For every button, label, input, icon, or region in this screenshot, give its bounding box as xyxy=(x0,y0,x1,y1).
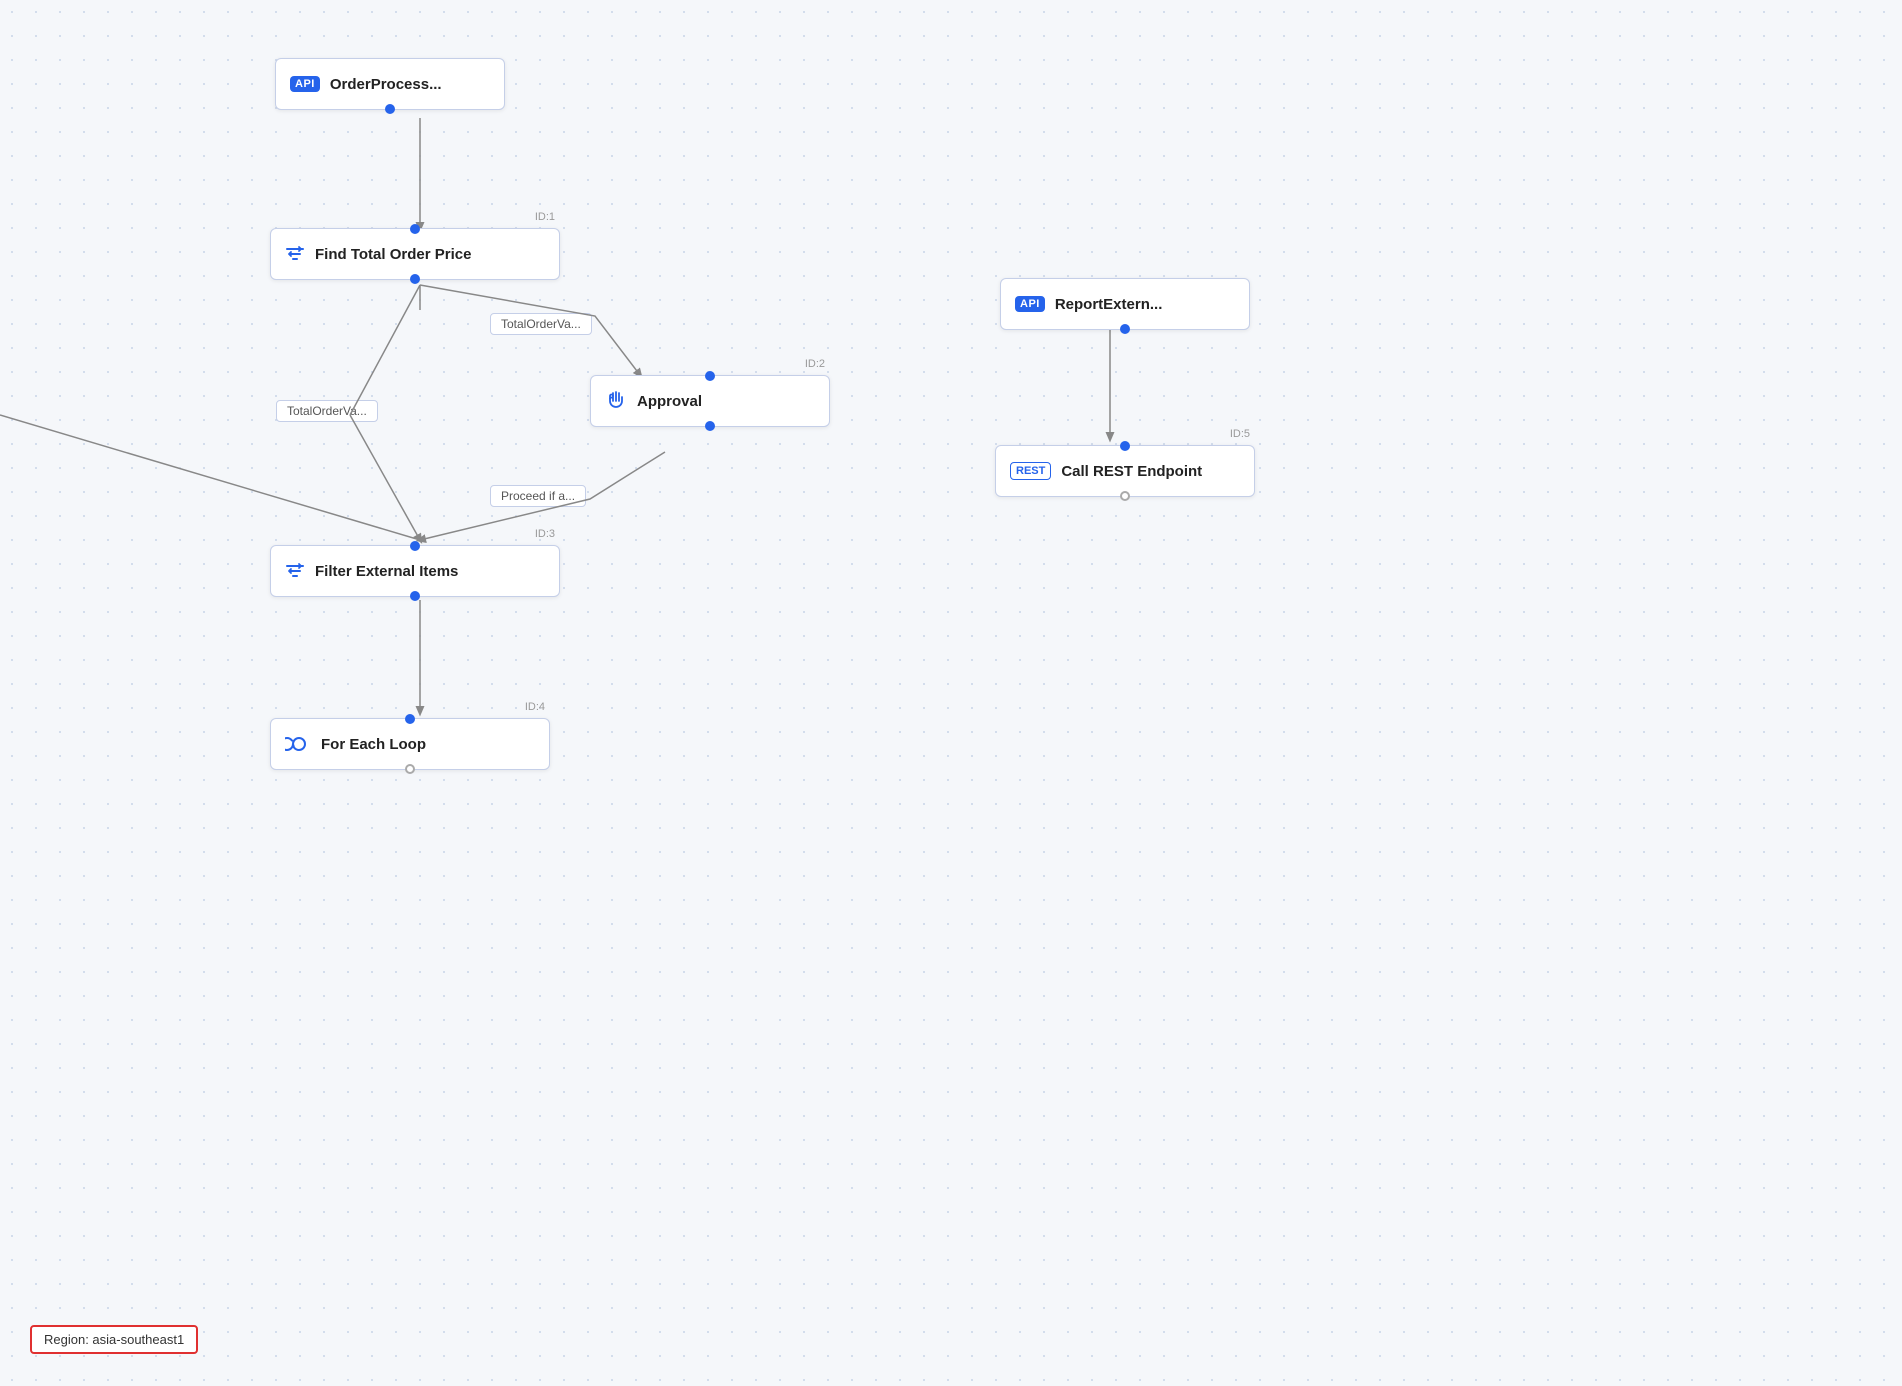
approval-output-dot xyxy=(705,421,715,431)
order-process-label: OrderProcess... xyxy=(330,76,442,93)
approval-label: Approval xyxy=(637,393,702,410)
hand-icon xyxy=(605,390,627,412)
call-rest-label: Call REST Endpoint xyxy=(1061,463,1202,480)
loop-icon xyxy=(285,736,311,752)
workflow-canvas: API OrderProcess... ID:1 Find Total Orde… xyxy=(0,0,1902,1386)
node-id-5: ID:5 xyxy=(1230,428,1250,440)
filter-output-dot xyxy=(410,591,420,601)
rest-badge: REST xyxy=(1010,462,1051,480)
proceed-if-label: Proceed if a... xyxy=(490,485,586,507)
connection-lines xyxy=(0,0,1902,1386)
region-badge: Region: asia-southeast1 xyxy=(30,1325,198,1354)
api-badge: API xyxy=(290,76,320,92)
filter-icon-1 xyxy=(285,244,305,264)
region-label: Region: asia-southeast1 xyxy=(44,1332,184,1347)
filter-input-dot xyxy=(410,541,420,551)
filter-external-items-node[interactable]: ID:3 Filter External Items xyxy=(270,545,560,597)
filter-icon-2 xyxy=(285,561,305,581)
api-badge-2: API xyxy=(1015,296,1045,312)
for-each-label: For Each Loop xyxy=(321,736,426,753)
node-id-4: ID:4 xyxy=(525,701,545,713)
find-total-input-dot xyxy=(410,224,420,234)
find-total-order-price-node[interactable]: ID:1 Find Total Order Price xyxy=(270,228,560,280)
report-output-dot xyxy=(1120,324,1130,334)
report-extern-node[interactable]: API ReportExtern... xyxy=(1000,278,1250,330)
report-extern-label: ReportExtern... xyxy=(1055,296,1163,313)
node-id-2: ID:2 xyxy=(805,358,825,370)
node-id-3: ID:3 xyxy=(535,528,555,540)
order-process-output-dot xyxy=(385,104,395,114)
rest-output-dot xyxy=(1120,491,1130,501)
total-order-va-label-2: TotalOrderVa... xyxy=(276,400,378,422)
rest-input-dot xyxy=(1120,441,1130,451)
approval-input-dot xyxy=(705,371,715,381)
filter-external-label: Filter External Items xyxy=(315,563,458,580)
order-process-node[interactable]: API OrderProcess... xyxy=(275,58,505,110)
approval-node[interactable]: ID:2 Approval xyxy=(590,375,830,427)
total-order-va-label-1: TotalOrderVa... xyxy=(490,313,592,335)
foreach-input-dot xyxy=(405,714,415,724)
find-total-output-dot xyxy=(410,274,420,284)
call-rest-endpoint-node[interactable]: ID:5 REST Call REST Endpoint xyxy=(995,445,1255,497)
node-id-1: ID:1 xyxy=(535,211,555,223)
foreach-output-dot xyxy=(405,764,415,774)
find-total-label: Find Total Order Price xyxy=(315,246,471,263)
for-each-loop-node[interactable]: ID:4 For Each Loop xyxy=(270,718,550,770)
